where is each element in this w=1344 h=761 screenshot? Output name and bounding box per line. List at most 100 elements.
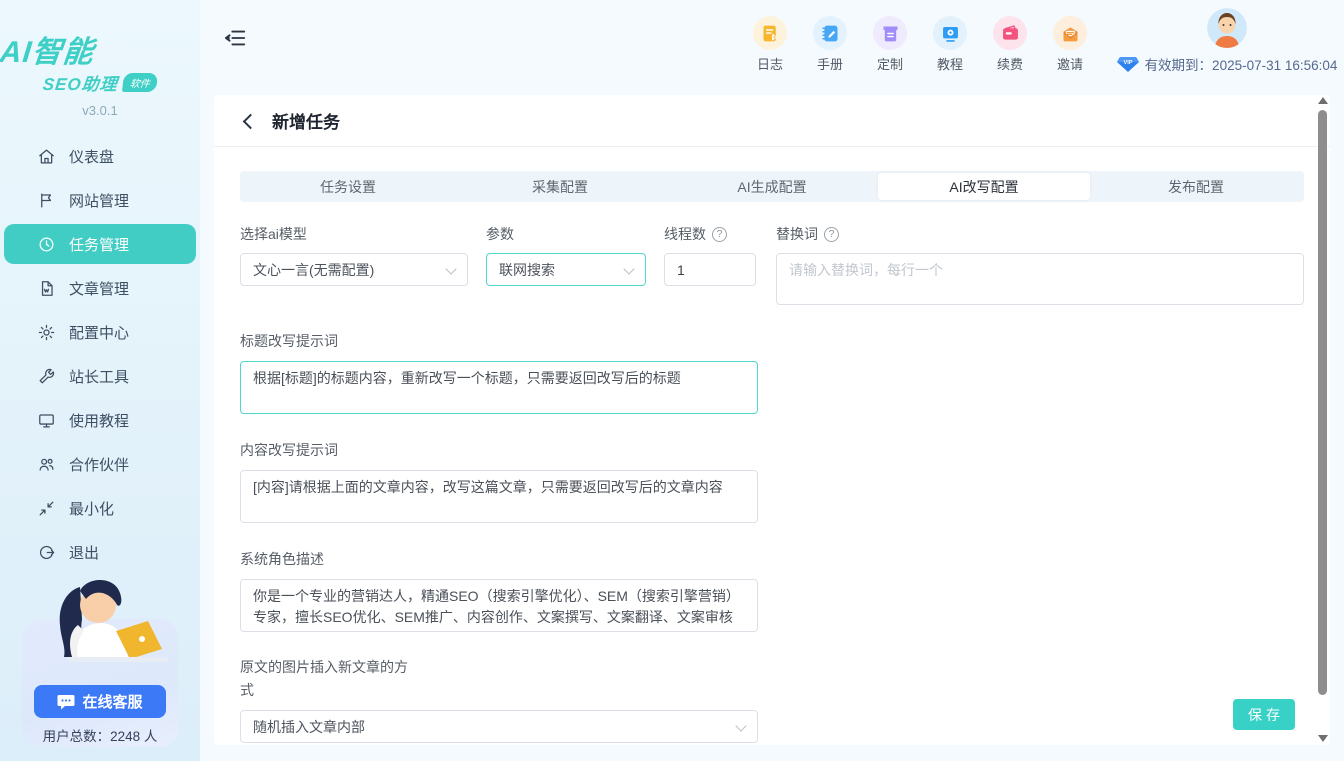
topbar-action-label: 续费 bbox=[997, 54, 1023, 73]
system-role-textarea[interactable]: 你是一个专业的营销达人，精通SEO（搜索引擎优化）、SEM（搜索引擎营销）专家，… bbox=[240, 579, 758, 632]
customer-service-illustration bbox=[28, 573, 172, 691]
back-button[interactable] bbox=[240, 112, 258, 130]
topbar-action-manual[interactable]: 手册 bbox=[808, 16, 852, 73]
topbar-action-tutorial[interactable]: 教程 bbox=[928, 16, 972, 73]
scrollbar-thumb[interactable] bbox=[1318, 110, 1327, 695]
tab-bar: 任务设置 采集配置 AI生成配置 AI改写配置 发布配置 bbox=[240, 171, 1304, 202]
tab-task-settings[interactable]: 任务设置 bbox=[242, 173, 454, 200]
log-icon bbox=[753, 16, 787, 50]
svg-text:VIP: VIP bbox=[1123, 60, 1132, 66]
partners-icon bbox=[37, 455, 56, 474]
sidebar-item-articles[interactable]: 文章管理 bbox=[4, 268, 196, 308]
avatar[interactable] bbox=[1207, 8, 1247, 48]
online-support-label: 在线客服 bbox=[82, 691, 142, 712]
clock-icon bbox=[37, 235, 56, 254]
sidebar-item-logout[interactable]: 退出 bbox=[4, 532, 196, 572]
topbar-action-label: 邀请 bbox=[1057, 54, 1083, 73]
app-logo: AI智能 SEO助理 软件 bbox=[0, 0, 200, 95]
user-count: 用户总数：2248 人 bbox=[22, 725, 178, 745]
logo-line1: AI智能 bbox=[0, 38, 202, 68]
sidebar-item-tasks[interactable]: 任务管理 bbox=[4, 224, 196, 264]
profile: VIP 有效期到：2025-07-31 16:56:04 bbox=[1116, 8, 1338, 74]
wrench-icon bbox=[37, 367, 56, 386]
online-support-button[interactable]: 在线客服 bbox=[34, 685, 166, 718]
chevron-down-icon bbox=[445, 263, 456, 274]
sidebar-item-webmaster-tools[interactable]: 站长工具 bbox=[4, 356, 196, 396]
sidebar-item-minimize[interactable]: 最小化 bbox=[4, 488, 196, 528]
replace-words-label: 替换词 bbox=[776, 224, 818, 244]
topbar-action-renew[interactable]: 续费 bbox=[988, 16, 1032, 73]
replace-words-help-icon[interactable]: ? bbox=[824, 227, 839, 242]
tab-publish-config[interactable]: 发布配置 bbox=[1090, 173, 1302, 200]
scrollbar-down-arrow[interactable] bbox=[1318, 735, 1328, 742]
sidebar-item-label: 最小化 bbox=[69, 498, 114, 519]
collapse-sidebar-icon[interactable] bbox=[225, 28, 247, 48]
sidebar-menu: 仪表盘 网站管理 任务管理 文章管理 配置中心 站长工具 bbox=[0, 136, 200, 572]
tab-ai-generate-config[interactable]: AI生成配置 bbox=[666, 173, 878, 200]
logo-badge: 软件 bbox=[122, 73, 158, 92]
system-role-label: 系统角色描述 bbox=[240, 549, 758, 569]
model-label: 选择ai模型 bbox=[240, 224, 468, 244]
model-select[interactable]: 文心一言(无需配置) bbox=[240, 253, 468, 286]
content-prompt-textarea[interactable]: [内容]请根据上面的文章内容，改写这篇文章，只需要返回改写后的文章内容 bbox=[240, 470, 758, 523]
sidebar-item-dashboard[interactable]: 仪表盘 bbox=[4, 136, 196, 176]
chat-bubble-icon bbox=[57, 694, 75, 710]
system-role-field: 系统角色描述 你是一个专业的营销达人，精通SEO（搜索引擎优化）、SEM（搜索引… bbox=[240, 549, 758, 632]
app-version: v3.0.1 bbox=[0, 103, 200, 118]
sidebar-item-config[interactable]: 配置中心 bbox=[4, 312, 196, 352]
title-prompt-textarea[interactable]: 根据[标题]的标题内容，重新改写一个标题，只需要返回改写后的标题 bbox=[240, 361, 758, 414]
threads-input[interactable] bbox=[664, 253, 756, 286]
sidebar-item-label: 网站管理 bbox=[69, 190, 129, 211]
tab-ai-rewrite-config[interactable]: AI改写配置 bbox=[878, 173, 1090, 200]
topbar-action-label: 手册 bbox=[817, 54, 843, 73]
topbar-action-label: 教程 bbox=[937, 54, 963, 73]
home-icon bbox=[37, 147, 56, 166]
vip-status: VIP 有效期到：2025-07-31 16:56:04 bbox=[1117, 54, 1338, 74]
page-header: 新增任务 bbox=[214, 95, 1330, 147]
chevron-down-icon bbox=[623, 263, 634, 274]
image-insert-select[interactable]: 随机插入文章内部 bbox=[240, 710, 758, 743]
monitor-icon bbox=[37, 411, 56, 430]
invite-icon bbox=[1053, 16, 1087, 50]
sidebar-item-label: 文章管理 bbox=[69, 278, 129, 299]
tutorial-icon bbox=[933, 16, 967, 50]
logo-line2: SEO助理 bbox=[42, 70, 120, 95]
logout-icon bbox=[37, 543, 56, 562]
sidebar-item-label: 使用教程 bbox=[69, 410, 129, 431]
sidebar-item-partners[interactable]: 合作伙伴 bbox=[4, 444, 196, 484]
tab-collect-config[interactable]: 采集配置 bbox=[454, 173, 666, 200]
sidebar-item-websites[interactable]: 网站管理 bbox=[4, 180, 196, 220]
content-card: 新增任务 任务设置 采集配置 AI生成配置 AI改写配置 发布配置 选择ai模型… bbox=[214, 95, 1330, 745]
content-prompt-field: 内容改写提示词 [内容]请根据上面的文章内容，改写这篇文章，只需要返回改写后的文… bbox=[240, 440, 758, 523]
scrollbar-up-arrow[interactable] bbox=[1318, 97, 1328, 104]
sidebar-item-label: 仪表盘 bbox=[69, 146, 114, 167]
param-select-value: 联网搜索 bbox=[499, 260, 555, 280]
title-prompt-field: 标题改写提示词 根据[标题]的标题内容，重新改写一个标题，只需要返回改写后的标题 bbox=[240, 331, 758, 414]
vip-badge-icon: VIP bbox=[1117, 56, 1139, 73]
save-button[interactable]: 保存 bbox=[1233, 699, 1295, 730]
replace-words-textarea[interactable] bbox=[776, 253, 1304, 305]
gear-icon bbox=[37, 323, 56, 342]
chevron-down-icon bbox=[735, 720, 746, 731]
sidebar-item-label: 任务管理 bbox=[69, 234, 129, 255]
threads-help-icon[interactable]: ? bbox=[712, 227, 727, 242]
topbar-action-invite[interactable]: 邀请 bbox=[1048, 16, 1092, 73]
scrollbar bbox=[1318, 97, 1327, 745]
title-prompt-label: 标题改写提示词 bbox=[240, 331, 758, 351]
image-insert-value: 随机插入文章内部 bbox=[253, 717, 365, 737]
flag-icon bbox=[37, 191, 56, 210]
form-row-1: 选择ai模型 文心一言(无需配置) 参数 联网搜索 bbox=[240, 224, 1304, 305]
renew-icon bbox=[993, 16, 1027, 50]
sidebar-item-label: 站长工具 bbox=[69, 366, 129, 387]
param-select[interactable]: 联网搜索 bbox=[486, 253, 646, 286]
topbar-action-logs[interactable]: 日志 bbox=[748, 16, 792, 73]
topbar-action-custom[interactable]: 定制 bbox=[868, 16, 912, 73]
content-prompt-label: 内容改写提示词 bbox=[240, 440, 758, 460]
customer-service-panel: 在线客服 用户总数：2248 人 bbox=[22, 619, 178, 747]
param-label: 参数 bbox=[486, 224, 646, 244]
manual-icon bbox=[813, 16, 847, 50]
sidebar-item-tutorials[interactable]: 使用教程 bbox=[4, 400, 196, 440]
sidebar: AI智能 SEO助理 软件 v3.0.1 仪表盘 网站管理 任务管理 文章管 bbox=[0, 0, 200, 761]
custom-icon bbox=[873, 16, 907, 50]
topbar-action-label: 日志 bbox=[757, 54, 783, 73]
